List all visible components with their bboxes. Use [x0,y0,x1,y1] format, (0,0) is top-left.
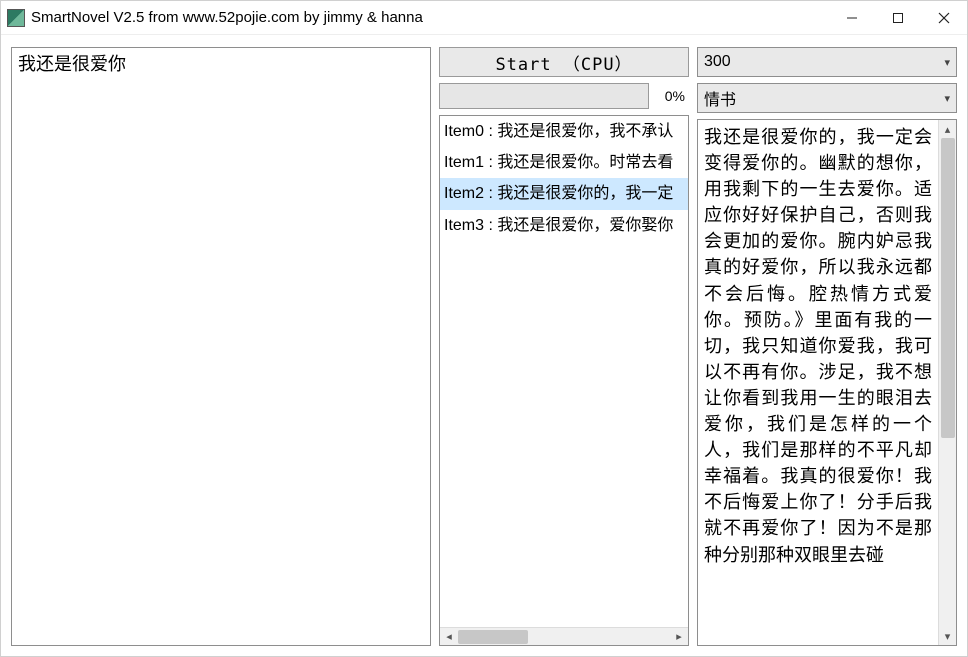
progress-row: 0% [439,83,689,109]
maximize-button[interactable] [875,1,921,34]
input-text: 我还是很爱你 [18,54,126,74]
app-icon [7,9,25,27]
length-select-value: 300 [704,53,731,71]
right-column: 300 ▾ 情书 ▾ 我还是很爱你的，我一定会变得爱你的。幽默的想你，用我剩下的… [697,47,957,646]
titlebar[interactable]: SmartNovel V2.5 from www.52pojie.com by … [1,1,967,35]
length-select[interactable]: 300 ▾ [697,47,957,77]
results-list-body: Item0 : 我还是很爱你，我不承认Item1 : 我还是很爱你。时常去看It… [440,116,688,627]
vscroll-thumb[interactable] [941,138,955,438]
progress-bar [439,83,649,109]
app-window: SmartNovel V2.5 from www.52pojie.com by … [0,0,968,657]
close-icon [938,12,950,24]
hscroll-track[interactable] [458,628,670,645]
style-select-value: 情书 [704,86,736,110]
window-controls [829,1,967,34]
minimize-button[interactable] [829,1,875,34]
window-title: SmartNovel V2.5 from www.52pojie.com by … [31,9,829,26]
vscroll-track[interactable] [939,138,956,627]
hscroll-thumb[interactable] [458,630,528,644]
output-textarea[interactable]: 我还是很爱你的，我一定会变得爱你的。幽默的想你，用我剩下的一生去爱你。适应你好好… [697,119,957,646]
start-button[interactable]: Start （CPU） [439,47,689,77]
maximize-icon [892,12,904,24]
list-item[interactable]: Item3 : 我还是很爱你，爱你娶你 [440,210,688,241]
chevron-down-icon: ▾ [944,56,950,69]
scroll-right-icon[interactable]: ▸ [670,628,688,646]
progress-label: 0% [649,83,689,109]
scroll-up-icon[interactable]: ▴ [939,120,957,138]
list-item[interactable]: Item0 : 我还是很爱你，我不承认 [440,116,688,147]
minimize-icon [846,12,858,24]
scroll-left-icon[interactable]: ◂ [440,628,458,646]
scroll-down-icon[interactable]: ▾ [939,627,957,645]
results-list[interactable]: Item0 : 我还是很爱你，我不承认Item1 : 我还是很爱你。时常去看It… [439,115,689,646]
close-button[interactable] [921,1,967,34]
vertical-scrollbar[interactable]: ▴ ▾ [938,120,956,645]
list-item[interactable]: Item1 : 我还是很爱你。时常去看 [440,147,688,178]
input-textarea[interactable]: 我还是很爱你 [11,47,431,646]
list-item[interactable]: Item2 : 我还是很爱你的，我一定 [440,178,688,209]
client-area: 我还是很爱你 Start （CPU） 0% Item0 : 我还是很爱你，我不承… [1,35,967,656]
start-button-label: Start （CPU） [495,50,632,75]
chevron-down-icon: ▾ [944,92,950,105]
mid-column: Start （CPU） 0% Item0 : 我还是很爱你，我不承认Item1 … [439,47,689,646]
output-text: 我还是很爱你的，我一定会变得爱你的。幽默的想你，用我剩下的一生去爱你。适应你好好… [698,120,938,645]
style-select[interactable]: 情书 ▾ [697,83,957,113]
horizontal-scrollbar[interactable]: ◂ ▸ [440,627,688,645]
